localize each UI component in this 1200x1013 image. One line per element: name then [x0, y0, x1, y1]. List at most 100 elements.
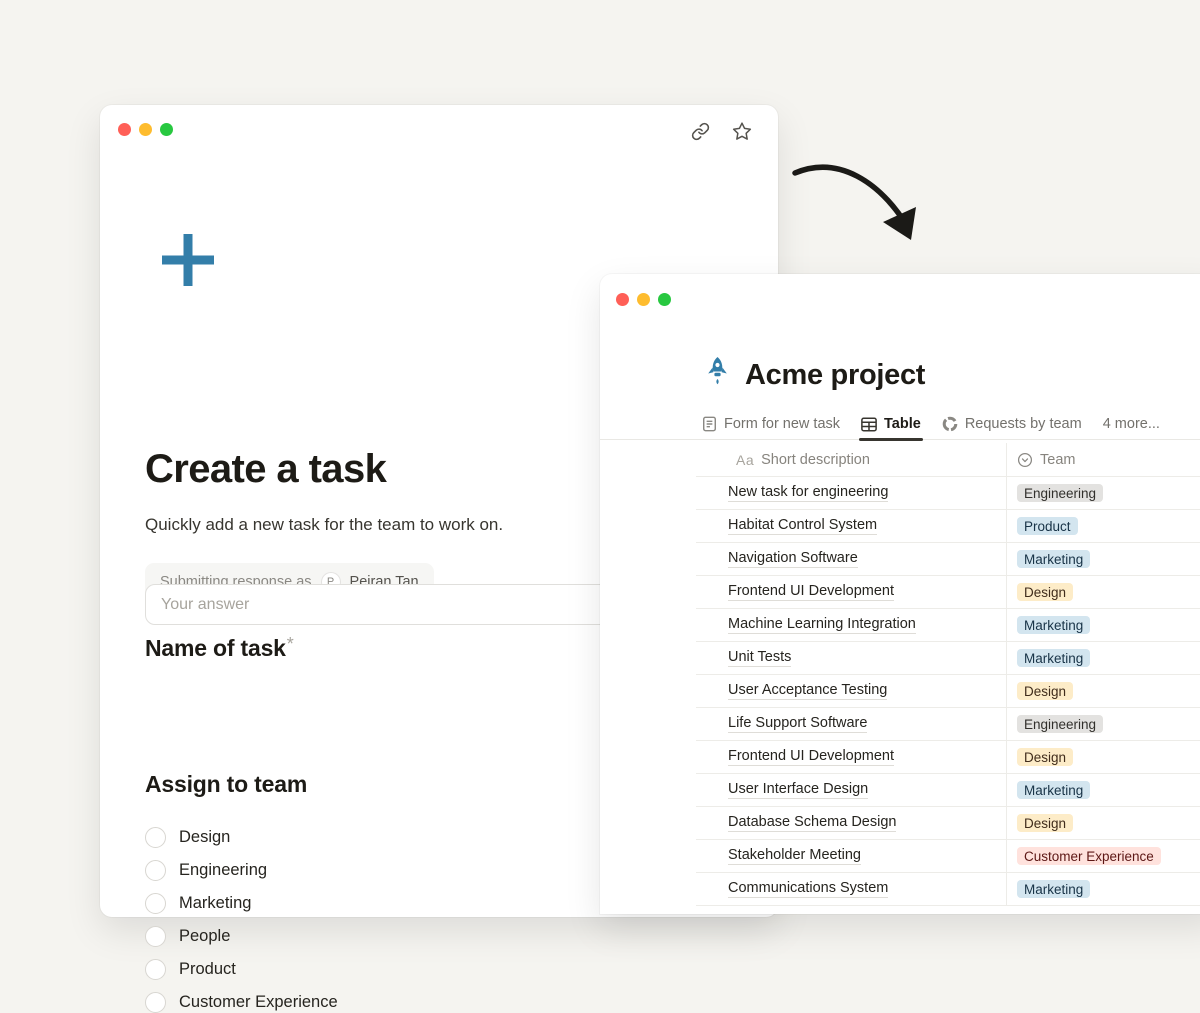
table-row[interactable]: Habitat Control System Product	[696, 510, 1200, 543]
radio-icon[interactable]	[145, 827, 166, 848]
team-option-customer-experience[interactable]: Customer Experience	[145, 992, 338, 1013]
form-subtitle: Quickly add a new task for the team to w…	[145, 515, 503, 535]
team-cell[interactable]: Marketing	[1006, 873, 1200, 905]
team-tag: Marketing	[1017, 781, 1090, 799]
radio-icon[interactable]	[145, 860, 166, 881]
radio-icon[interactable]	[145, 926, 166, 947]
close-window-button[interactable]	[616, 293, 629, 306]
description-cell[interactable]: User Acceptance Testing	[696, 682, 1006, 700]
team-option-product[interactable]: Product	[145, 959, 338, 980]
zoom-window-button[interactable]	[160, 123, 173, 136]
table-row[interactable]: Frontend UI Development Design	[696, 741, 1200, 774]
task-description: Communications System	[728, 880, 888, 898]
team-cell[interactable]: Marketing	[1006, 543, 1200, 575]
radio-label: Customer Experience	[179, 993, 338, 1012]
minimize-window-button[interactable]	[139, 123, 152, 136]
description-cell[interactable]: Communications System	[696, 880, 1006, 898]
select-circle-icon	[1017, 452, 1033, 468]
link-icon[interactable]	[691, 122, 710, 141]
team-tag: Marketing	[1017, 550, 1090, 568]
team-cell[interactable]: Engineering	[1006, 477, 1200, 509]
radio-icon[interactable]	[145, 959, 166, 980]
table-row[interactable]: New task for engineering Engineering	[696, 477, 1200, 510]
task-description: Frontend UI Development	[728, 748, 894, 766]
column-label: Team	[1040, 452, 1075, 468]
task-description: Database Schema Design	[728, 814, 896, 832]
description-cell[interactable]: Database Schema Design	[696, 814, 1006, 832]
description-cell[interactable]: Habitat Control System	[696, 517, 1006, 535]
task-description: Machine Learning Integration	[728, 616, 916, 634]
tab-requests-by-team[interactable]: Requests by team	[942, 409, 1082, 440]
table-row[interactable]: Database Schema Design Design	[696, 807, 1200, 840]
column-header-team[interactable]: Team	[1006, 443, 1200, 476]
team-cell[interactable]: Customer Experience	[1006, 840, 1200, 872]
description-cell[interactable]: Frontend UI Development	[696, 583, 1006, 601]
star-icon[interactable]	[732, 121, 752, 141]
team-tag: Design	[1017, 583, 1073, 601]
team-tag: Marketing	[1017, 616, 1090, 634]
table-row[interactable]: Life Support Software Engineering	[696, 708, 1200, 741]
project-title-row: Acme project	[705, 356, 925, 394]
radio-icon[interactable]	[145, 893, 166, 914]
team-cell[interactable]: Marketing	[1006, 642, 1200, 674]
tab-more-views[interactable]: 4 more...	[1103, 409, 1160, 440]
required-asterisk: *	[287, 634, 294, 654]
table-row[interactable]: Navigation Software Marketing	[696, 543, 1200, 576]
team-cell[interactable]: Marketing	[1006, 774, 1200, 806]
task-description: New task for engineering	[728, 484, 888, 502]
description-cell[interactable]: Stakeholder Meeting	[696, 847, 1006, 865]
team-tag: Engineering	[1017, 715, 1103, 733]
text-property-icon: Aa	[736, 452, 754, 468]
table-row[interactable]: Frontend UI Development Design	[696, 576, 1200, 609]
team-cell[interactable]: Engineering	[1006, 708, 1200, 740]
donut-chart-icon	[942, 416, 958, 432]
table-row[interactable]: Communications System Marketing	[696, 873, 1200, 906]
description-cell[interactable]: Frontend UI Development	[696, 748, 1006, 766]
curved-arrow	[783, 155, 933, 265]
tab-table[interactable]: Table	[861, 409, 921, 440]
team-tag: Design	[1017, 814, 1073, 832]
table-row[interactable]: Machine Learning Integration Marketing	[696, 609, 1200, 642]
radio-icon[interactable]	[145, 992, 166, 1013]
description-cell[interactable]: Machine Learning Integration	[696, 616, 1006, 634]
zoom-window-button[interactable]	[658, 293, 671, 306]
radio-label: Product	[179, 960, 236, 979]
task-description: Life Support Software	[728, 715, 867, 733]
description-cell[interactable]: New task for engineering	[696, 484, 1006, 502]
team-option-engineering[interactable]: Engineering	[145, 860, 338, 881]
plus-icon	[159, 231, 217, 294]
team-cell[interactable]: Design	[1006, 576, 1200, 608]
radio-label: Engineering	[179, 861, 267, 880]
description-cell[interactable]: Life Support Software	[696, 715, 1006, 733]
team-cell[interactable]: Design	[1006, 807, 1200, 839]
column-header-short-description[interactable]: Aa Short description	[696, 452, 1006, 468]
table-row[interactable]: User Interface Design Marketing	[696, 774, 1200, 807]
tab-label: Requests by team	[965, 416, 1082, 432]
form-title: Create a task	[145, 447, 386, 492]
tab-label: Table	[884, 416, 921, 432]
task-description: User Interface Design	[728, 781, 868, 799]
team-cell[interactable]: Design	[1006, 675, 1200, 707]
close-window-button[interactable]	[118, 123, 131, 136]
team-tag: Marketing	[1017, 880, 1090, 898]
project-window: Acme project Form for new task Table Req…	[600, 274, 1200, 914]
table-row[interactable]: Stakeholder Meeting Customer Experience	[696, 840, 1200, 873]
radio-label: Design	[179, 828, 230, 847]
team-option-marketing[interactable]: Marketing	[145, 893, 338, 914]
description-cell[interactable]: User Interface Design	[696, 781, 1006, 799]
table-row[interactable]: Unit Tests Marketing	[696, 642, 1200, 675]
team-option-design[interactable]: Design	[145, 827, 338, 848]
description-cell[interactable]: Navigation Software	[696, 550, 1006, 568]
team-cell[interactable]: Design	[1006, 741, 1200, 773]
desktop-canvas: { "colors": { "background": "#F5F4F0", "…	[0, 0, 1200, 900]
minimize-window-button[interactable]	[637, 293, 650, 306]
tab-form-for-new-task[interactable]: Form for new task	[702, 409, 840, 440]
table-icon	[861, 417, 877, 432]
description-cell[interactable]: Unit Tests	[696, 649, 1006, 667]
team-tag: Engineering	[1017, 484, 1103, 502]
team-cell[interactable]: Marketing	[1006, 609, 1200, 641]
table-row[interactable]: User Acceptance Testing Design	[696, 675, 1200, 708]
column-label: Short description	[761, 452, 870, 468]
team-option-people[interactable]: People	[145, 926, 338, 947]
team-cell[interactable]: Product	[1006, 510, 1200, 542]
